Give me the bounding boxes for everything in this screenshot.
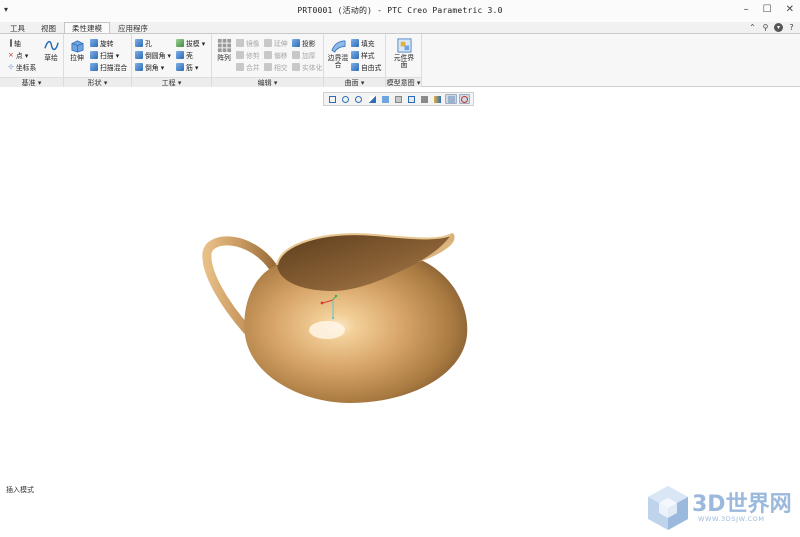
rib-icon xyxy=(176,63,184,71)
revolve-icon xyxy=(90,39,98,47)
freestyle-button[interactable]: 自由式 xyxy=(351,62,381,72)
style-icon xyxy=(351,51,359,59)
maximize-icon[interactable]: ☐ xyxy=(763,4,772,15)
help-icon[interactable]: ? xyxy=(787,23,796,32)
freestyle-icon xyxy=(351,63,359,71)
watermark-title: 3D世界网 xyxy=(692,492,792,517)
hole-button[interactable]: 孔 xyxy=(135,38,152,48)
solidify-icon xyxy=(292,63,300,71)
project-button[interactable]: 投影 xyxy=(292,38,316,48)
group-label-model-intent[interactable]: 模型意图 ▾ xyxy=(386,77,421,87)
shell-button[interactable]: 壳 xyxy=(176,50,193,60)
group-engineering: 孔 倒圆角 ▾ 倒角 ▾ 拔模 ▾ 壳 筋 ▾ 工程 ▾ xyxy=(132,34,212,87)
sweep-icon xyxy=(90,51,98,59)
search-icon[interactable]: ⚲ xyxy=(761,23,770,32)
swept-blend-button[interactable]: 扫描混合 xyxy=(90,62,127,72)
status-message: 插入模式 xyxy=(6,486,34,494)
extend-icon xyxy=(264,39,272,47)
rib-button[interactable]: 筋 ▾ xyxy=(176,62,198,72)
group-label-engineering[interactable]: 工程 ▾ xyxy=(132,77,211,87)
intersect-icon xyxy=(264,63,272,71)
hole-icon xyxy=(135,39,143,47)
model-creamer-jug[interactable] xyxy=(195,225,475,410)
sketch-icon xyxy=(43,40,59,51)
chamfer-button[interactable]: 倒角 ▾ xyxy=(135,62,164,72)
pattern-button[interactable]: 阵列 xyxy=(215,38,233,62)
merge-icon xyxy=(236,63,244,71)
trim-icon xyxy=(236,51,244,59)
trim-button[interactable]: 修剪 xyxy=(236,50,260,60)
group-model-intent: 元件界面 模型意图 ▾ xyxy=(386,34,422,87)
ribbon-right-icons: ⌃ ⚲ ▾ ? xyxy=(748,23,796,32)
component-interface-button[interactable]: 元件界面 xyxy=(392,38,416,69)
axis-button[interactable]: 轴 xyxy=(10,38,21,48)
point-icon: × xyxy=(8,51,14,59)
tab-applications[interactable]: 应用程序 xyxy=(110,22,156,33)
merge-button[interactable]: 合并 xyxy=(236,62,260,72)
pattern-icon xyxy=(217,38,231,53)
watermark: 3D世界网 WWW.3DSJW.COM xyxy=(646,484,796,532)
style-button[interactable]: 样式 xyxy=(351,50,375,60)
intersect-button[interactable]: 相交 xyxy=(264,62,288,72)
offset-icon xyxy=(264,51,272,59)
round-button[interactable]: 倒圆角 ▾ xyxy=(135,50,171,60)
coordinate-system-button[interactable]: ⊹ 坐标系 xyxy=(8,62,36,72)
chamfer-icon xyxy=(135,63,143,71)
extrude-button[interactable]: 拉伸 xyxy=(67,38,87,62)
group-shapes: 拉伸 旋转 扫描 ▾ 扫描混合 形状 ▾ xyxy=(64,34,132,87)
revolve-button[interactable]: 旋转 xyxy=(90,38,114,48)
tab-flexible-modeling[interactable]: 柔性建模 xyxy=(64,22,110,33)
ribbon: 轴 × 点 ▾ ⊹ 坐标系 草绘 基准 ▾ 拉伸 旋转 扫描 ▾ 扫描混合 形状… xyxy=(0,34,800,87)
thicken-button[interactable]: 加厚 xyxy=(292,50,316,60)
solidify-button[interactable]: 实体化 xyxy=(292,62,322,72)
group-label-surfaces[interactable]: 曲面 ▾ xyxy=(324,77,385,87)
close-icon[interactable]: ✕ xyxy=(786,4,794,15)
sketch-button[interactable]: 草绘 xyxy=(42,38,60,62)
draft-button[interactable]: 拔模 ▾ xyxy=(176,38,205,48)
watermark-cube-logo xyxy=(648,486,688,530)
ribbon-tabs: 工具 视图 柔性建模 应用程序 xyxy=(0,22,800,34)
minimize-icon[interactable]: – xyxy=(744,4,749,15)
boundary-blend-icon xyxy=(330,40,345,53)
project-icon xyxy=(292,39,300,47)
extend-button[interactable]: 延伸 xyxy=(264,38,288,48)
window-title: PRT0001 (活动的) - PTC Creo Parametric 3.0 xyxy=(297,6,503,15)
offset-button[interactable]: 偏移 xyxy=(264,50,288,60)
group-surfaces: 边界混合 填充 样式 自由式 曲面 ▾ xyxy=(324,34,386,87)
fill-button[interactable]: 填充 xyxy=(351,38,375,48)
settings-icon[interactable]: ▾ xyxy=(774,23,783,32)
thicken-icon xyxy=(292,51,300,59)
tab-tools[interactable]: 工具 xyxy=(2,22,33,33)
title-bar: ▾ PRT0001 (活动的) - PTC Creo Parametric 3.… xyxy=(0,0,800,22)
mirror-icon xyxy=(236,39,244,47)
draft-icon xyxy=(176,39,184,47)
coordinate-system-icon: ⊹ xyxy=(8,63,14,71)
sweep-button[interactable]: 扫描 ▾ xyxy=(90,50,119,60)
group-label-datum[interactable]: 基准 ▾ xyxy=(0,77,63,87)
swept-blend-icon xyxy=(90,63,98,71)
group-label-editing[interactable]: 编辑 ▾ xyxy=(212,77,323,87)
watermark-url: WWW.3DSJW.COM xyxy=(698,515,765,523)
extrude-icon xyxy=(71,40,83,53)
group-datum: 轴 × 点 ▾ ⊹ 坐标系 草绘 基准 ▾ xyxy=(0,34,64,87)
group-label-shapes[interactable]: 形状 ▾ xyxy=(64,77,131,87)
shell-icon xyxy=(176,51,184,59)
group-editing: 阵列 镜像 延伸 投影 修剪 偏移 加厚 合并 相交 实体化 编辑 ▾ xyxy=(212,34,324,87)
boundary-blend-button[interactable]: 边界混合 xyxy=(327,38,349,69)
axis-icon xyxy=(10,39,12,47)
window-controls: – ☐ ✕ xyxy=(744,4,794,15)
component-interface-icon xyxy=(397,38,411,53)
tab-view[interactable]: 视图 xyxy=(33,22,64,33)
collapse-ribbon-icon[interactable]: ⌃ xyxy=(748,23,757,32)
fill-icon xyxy=(351,39,359,47)
round-icon xyxy=(135,51,143,59)
mirror-button[interactable]: 镜像 xyxy=(236,38,260,48)
point-button[interactable]: × 点 ▾ xyxy=(8,50,28,60)
